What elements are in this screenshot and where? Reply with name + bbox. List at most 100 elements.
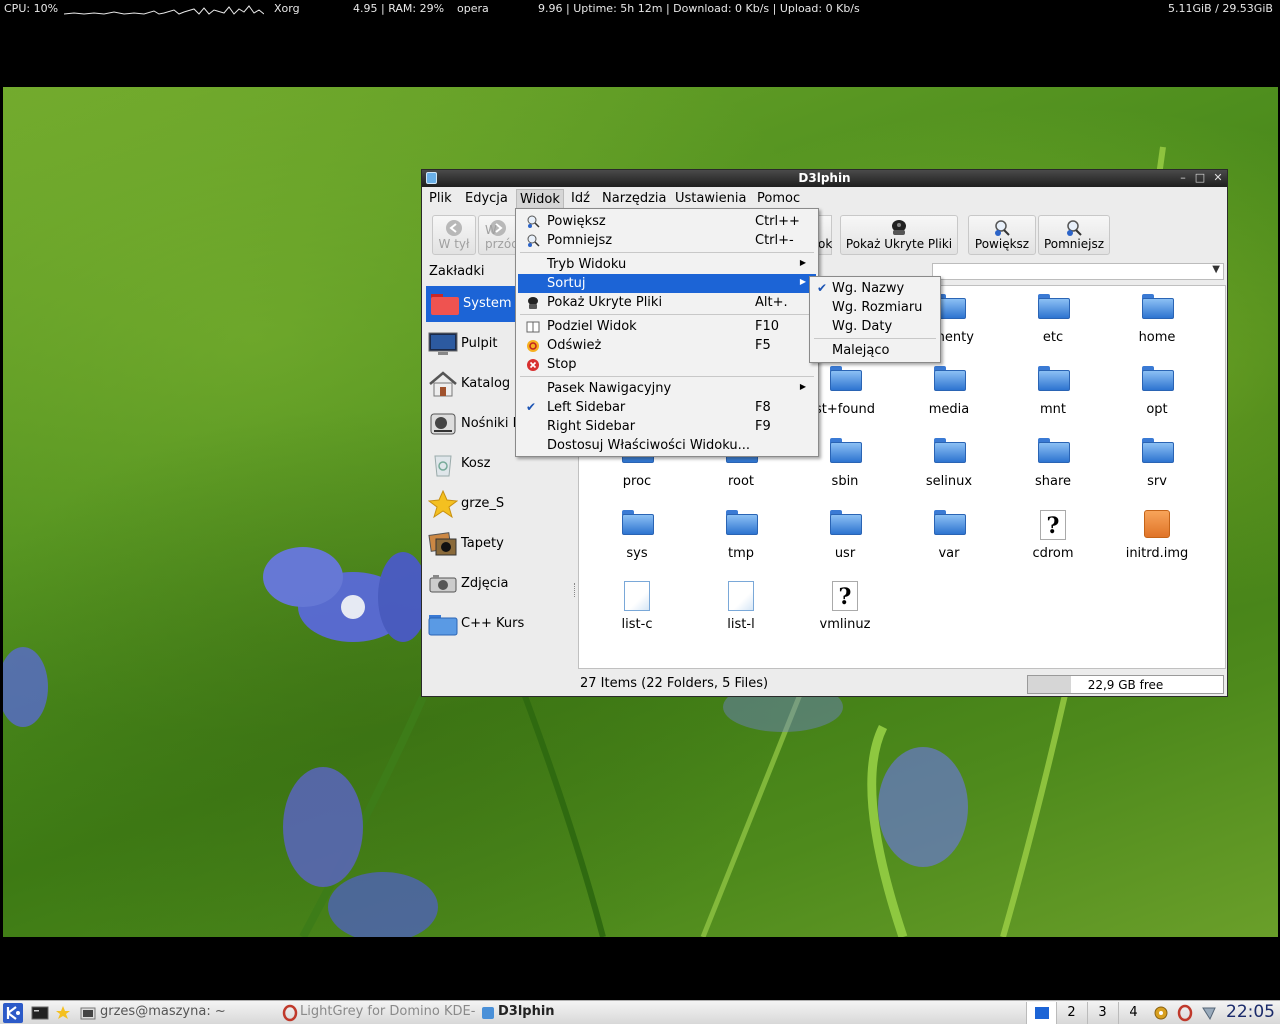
back-button[interactable]: W tył [432,215,476,255]
location-bar[interactable]: ▼ [932,263,1224,280]
menu-stop[interactable]: Stop [518,355,816,374]
sidebar-item-grze-s[interactable]: grze_S [424,486,576,522]
zoom-in-button[interactable]: Powiększ [968,215,1036,255]
menu-zoom-in[interactable]: Powiększ Ctrl++ [518,212,816,231]
file-item[interactable]: selinux [897,434,1001,506]
task-terminal[interactable]: grzes@maszyna: ~ [78,1003,278,1023]
stop-icon [527,359,539,371]
menu-adjust-view[interactable]: Dostosuj Właściwości Widoku... [518,436,816,455]
menu-view-mode[interactable]: Tryb Widoku ▶ [518,255,816,274]
cpu-usage: CPU: 10% [4,2,59,15]
widok-menu: Powiększ Ctrl++ Pomniejsz Ctrl+- Tryb Wi… [515,208,819,457]
sidebar-item-photos[interactable]: Zdjęcia [424,566,576,602]
unknown-file-icon: ? [832,581,858,611]
favorites-launcher[interactable] [54,1003,72,1023]
tray-opera[interactable] [1176,1003,1194,1023]
menu-right-sidebar[interactable]: Right Sidebar F9 [518,417,816,436]
menu-pomoc[interactable]: Pomoc [757,191,800,206]
folder-icon [830,366,862,391]
mem-process: opera [457,2,489,15]
menu-navbar[interactable]: Pasek Nawigacyjny ▶ [518,379,816,398]
file-item[interactable]: sys [585,506,689,578]
sidebar-item-wallpapers[interactable]: Tapety [424,526,576,562]
trash-icon [434,455,452,477]
file-item[interactable]: tmp [689,506,793,578]
pager-desktop-3[interactable]: 3 [1087,1002,1117,1024]
zoom-out-button[interactable]: Pomniejsz [1038,215,1110,255]
menu-widok[interactable]: Widok [516,189,564,209]
minimize-button[interactable]: – [1176,171,1190,185]
kde-menu-button[interactable] [3,1003,23,1023]
menu-refresh[interactable]: Odśwież F5 [518,336,816,355]
sort-by-name[interactable]: ✔ Wg. Nazwy [812,279,938,298]
zoom-out-icon [527,234,540,247]
menu-left-sidebar[interactable]: ✔ Left Sidebar F8 [518,398,816,417]
tray-network[interactable] [1200,1003,1218,1023]
refresh-icon [527,340,539,352]
file-item[interactable]: usr [793,506,897,578]
document-icon [624,581,650,611]
pager-desktop-4[interactable]: 4 [1118,1002,1148,1024]
show-hidden-files-button[interactable]: Pokaż Ukryte Pliki [840,215,958,255]
menu-edycja[interactable]: Edycja [465,191,508,206]
pager-desktop-1[interactable] [1026,1002,1056,1024]
file-item[interactable]: opt [1105,362,1209,434]
disk-usage: 5.11GiB / 29.53GiB [1168,2,1273,15]
clock: 22:05 [1226,1002,1275,1022]
sidebar-splitter[interactable] [574,583,576,597]
file-item[interactable]: srv [1105,434,1209,506]
split-view-icon [526,321,540,333]
top-process: Xorg [274,2,300,15]
file-item[interactable]: ? cdrom [1001,506,1105,578]
close-button[interactable]: ✕ [1211,171,1225,185]
task-browser[interactable]: LightGrey for Domino KDE-L [280,1003,476,1023]
menu-sort[interactable]: Sortuj ▶ [518,274,816,293]
menu-idz[interactable]: Idź [571,191,590,206]
menu-plik[interactable]: Plik [429,191,452,206]
sort-descending[interactable]: Malejąco [812,341,938,360]
file-item[interactable]: home [1105,290,1209,362]
red-folder-icon [431,294,459,315]
dolphin-icon [482,1007,494,1019]
sort-by-date[interactable]: Wg. Daty [812,317,938,336]
menu-show-hidden[interactable]: Pokaż Ukryte Pliki Alt+. [518,293,816,312]
menu-narzedzia[interactable]: Narzędzia [602,191,667,206]
forward-button[interactable]: W przód [478,215,518,255]
file-item[interactable]: mnt [1001,362,1105,434]
star-icon [56,1006,70,1019]
free-space-indicator: 22,9 GB free [1027,675,1224,694]
desktop-icon [428,332,458,355]
menu-ustawienia[interactable]: Ustawienia [675,191,746,206]
load-ram: 4.95 | RAM: 29% [353,2,445,15]
zoom-in-icon [995,220,1010,236]
hidden-files-icon [892,220,906,235]
system-monitor-bar: CPU: 10% Xorg 4.95 | RAM: 29% opera 9.96… [0,0,1280,18]
file-item[interactable]: var [897,506,1001,578]
pager-desktop-2[interactable]: 2 [1056,1002,1086,1024]
terminal-icon [80,1007,96,1020]
arrow-left-icon [446,220,462,236]
menu-split-view[interactable]: Podziel Widok F10 [518,317,816,336]
file-item[interactable]: etc [1001,290,1105,362]
camera-icon [429,575,457,593]
sort-by-size[interactable]: Wg. Rozmiaru [812,298,938,317]
window-titlebar[interactable]: D3lphin – □ ✕ [422,170,1227,187]
toolbar-hidden-button[interactable]: ok [818,215,832,255]
task-filemanager[interactable]: D3lphin [478,1003,678,1023]
file-item[interactable]: initrd.img [1105,506,1209,578]
file-item[interactable]: list-l [689,577,793,649]
file-item[interactable]: list-c [585,577,689,649]
terminal-launcher[interactable] [31,1003,49,1023]
file-item[interactable]: media [897,362,1001,434]
folder-icon [1142,438,1174,463]
maximize-button[interactable]: □ [1193,171,1207,185]
menu-zoom-out[interactable]: Pomniejsz Ctrl+- [518,231,816,250]
tray-settings[interactable] [1152,1003,1170,1023]
folder-icon [1038,366,1070,391]
chevron-down-icon[interactable]: ▼ [1212,264,1220,275]
file-item[interactable]: share [1001,434,1105,506]
folder-icon [830,438,862,463]
folder-icon [934,438,966,463]
file-item[interactable]: ? vmlinuz [793,577,897,649]
sidebar-item-cpp-course[interactable]: C++ Kurs [424,606,576,642]
